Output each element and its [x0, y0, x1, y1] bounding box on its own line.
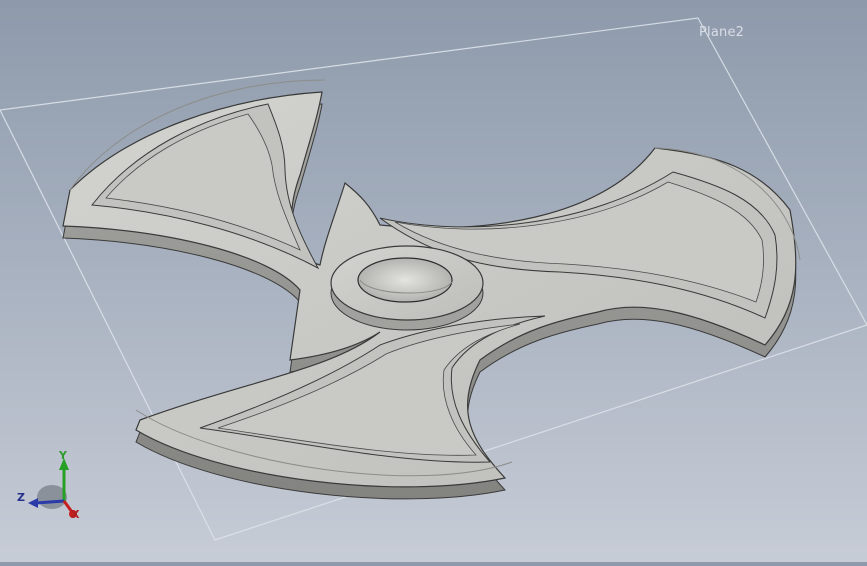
reference-triad[interactable]: [28, 458, 77, 518]
plane-label: Plane2: [699, 25, 745, 40]
center-hub[interactable]: [330, 245, 484, 331]
spinner-model[interactable]: [62, 79, 801, 500]
triad-x-label: X: [71, 508, 80, 521]
triad-z-arrow-icon: [28, 498, 38, 508]
bearing-hole[interactable]: [357, 257, 453, 303]
graphics-viewport[interactable]: Plane2 Y Z X: [0, 0, 867, 562]
triad-z-label: Z: [17, 491, 25, 504]
model-canvas: [0, 17, 867, 541]
triad-y-label: Y: [59, 449, 67, 462]
